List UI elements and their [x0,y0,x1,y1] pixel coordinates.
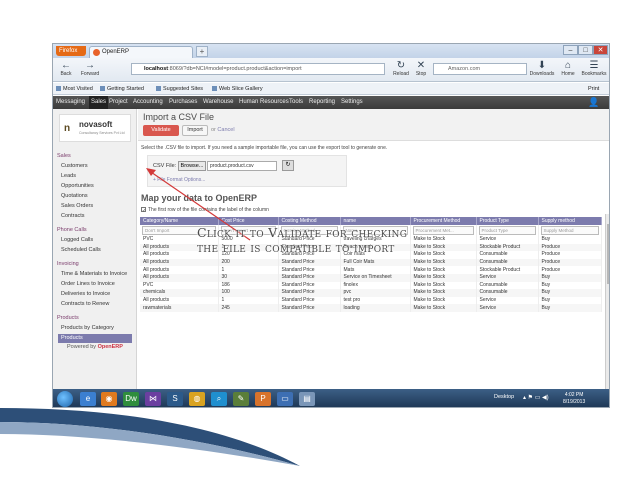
annotation-callout: Click it to Validate for checking the fi… [197,225,497,255]
annotation-line-2: the file is compatible to import [197,240,395,255]
slide-decoration [0,408,300,466]
annotation-line-1: Click it to Validate for checking [197,225,408,240]
